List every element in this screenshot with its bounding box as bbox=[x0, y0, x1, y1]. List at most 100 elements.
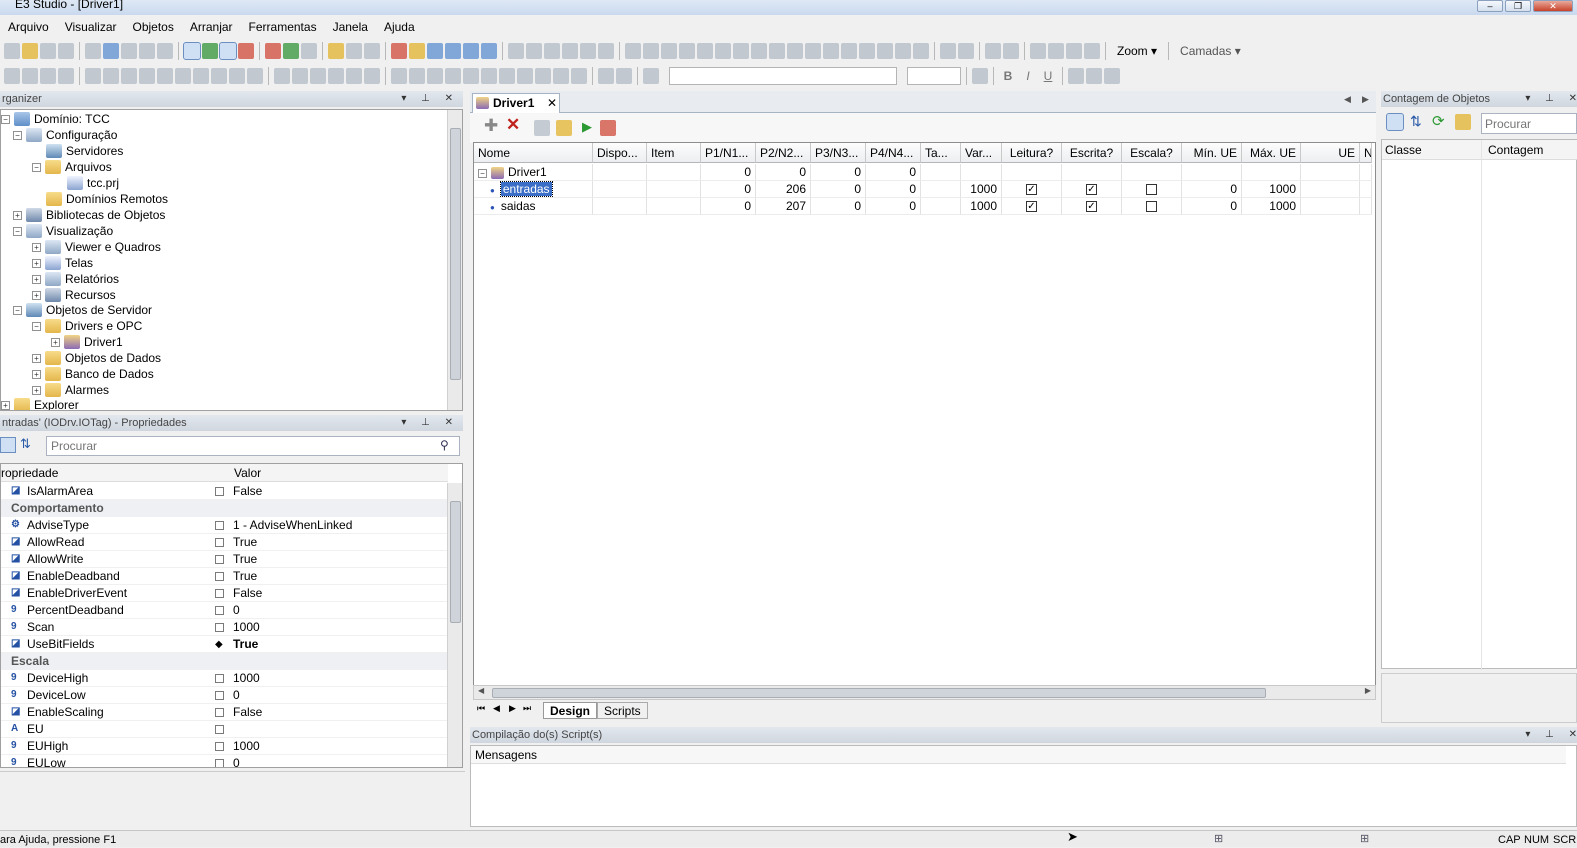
italic-icon[interactable]: I bbox=[1019, 69, 1037, 83]
grid-cell[interactable]: 0 bbox=[756, 164, 811, 181]
column-header[interactable]: P3/N3... bbox=[811, 143, 866, 163]
grid-cell[interactable]: 1000 bbox=[961, 181, 1002, 198]
property-value[interactable]: False bbox=[233, 483, 262, 500]
pen-color-icon[interactable] bbox=[526, 43, 542, 59]
space-1-icon[interactable] bbox=[553, 68, 569, 84]
label-tool-icon[interactable] bbox=[157, 68, 173, 84]
tree-item-relatorios[interactable]: + Relatórios bbox=[32, 271, 119, 287]
tree-item-driver1[interactable]: + Driver1 bbox=[51, 334, 123, 350]
line-width-icon[interactable] bbox=[580, 43, 596, 59]
grid-cell[interactable] bbox=[593, 198, 647, 215]
tree-item-explorer[interactable]: + Explorer bbox=[1, 397, 79, 410]
property-value[interactable]: 0 bbox=[233, 755, 240, 767]
checkbox[interactable]: ✓ bbox=[1026, 201, 1037, 213]
font-name-select[interactable] bbox=[669, 67, 897, 85]
property-category[interactable]: Comportamento bbox=[1, 500, 448, 517]
property-row[interactable]: ◪ IsAlarmArea False bbox=[1, 483, 448, 500]
new-icon[interactable] bbox=[4, 43, 20, 59]
properties-scrollbar[interactable] bbox=[447, 483, 462, 767]
rectangle-icon[interactable] bbox=[715, 43, 731, 59]
pointer-icon[interactable] bbox=[625, 43, 641, 59]
tree-item-servidores[interactable]: Servidores bbox=[46, 143, 123, 159]
grid-cell[interactable]: 207 bbox=[756, 198, 811, 215]
link-box-icon[interactable]: ◆ bbox=[215, 636, 224, 650]
tree-item-banco-dados[interactable]: + Banco de Dados bbox=[32, 366, 154, 382]
list-tool-icon[interactable] bbox=[121, 68, 137, 84]
align-2-icon[interactable] bbox=[22, 68, 38, 84]
menu-janela[interactable]: Janela bbox=[325, 20, 376, 34]
property-value[interactable]: 1000 bbox=[233, 670, 260, 687]
grid-cell[interactable] bbox=[647, 164, 701, 181]
column-header[interactable]: P2/N2... bbox=[756, 143, 811, 163]
checkbox[interactable] bbox=[1146, 201, 1157, 213]
grid-cell[interactable] bbox=[1301, 198, 1360, 215]
grid-cell[interactable] bbox=[921, 181, 961, 198]
tools-icon[interactable] bbox=[364, 43, 380, 59]
grid-cell[interactable]: ✓ bbox=[1002, 181, 1062, 198]
grid-hscrollbar[interactable]: ◀ ▶ bbox=[473, 685, 1376, 700]
grid-cell[interactable]: 0 bbox=[811, 181, 866, 198]
tag-name-cell[interactable]: ● saidas bbox=[474, 198, 593, 215]
refresh-icon[interactable]: ⟳ bbox=[1432, 112, 1445, 130]
order-1-icon[interactable] bbox=[1030, 43, 1046, 59]
link-box-icon[interactable] bbox=[215, 725, 224, 734]
collapse-icon[interactable]: − bbox=[1, 114, 10, 124]
grid-cell[interactable] bbox=[1242, 164, 1301, 181]
gauge-icon[interactable] bbox=[913, 43, 929, 59]
redo-icon[interactable] bbox=[157, 43, 173, 59]
expand-icon[interactable]: + bbox=[32, 258, 41, 268]
grid-cell[interactable] bbox=[1301, 181, 1360, 198]
grid-cell[interactable] bbox=[1182, 164, 1242, 181]
grid-cell[interactable] bbox=[1360, 164, 1372, 181]
grid-cell[interactable]: ✓ bbox=[1002, 198, 1062, 215]
link-box-icon[interactable] bbox=[215, 606, 224, 615]
links-icon[interactable] bbox=[409, 43, 425, 59]
tag-name-cell[interactable]: − Driver1 bbox=[474, 164, 593, 181]
minimize-button[interactable]: – bbox=[1477, 0, 1503, 12]
align-1-icon[interactable] bbox=[4, 68, 20, 84]
grid-cell[interactable]: 0 bbox=[1182, 181, 1242, 198]
fmt-6-icon[interactable] bbox=[364, 68, 380, 84]
grid-cell[interactable]: 0 bbox=[811, 164, 866, 181]
nav-prev-icon[interactable]: ◀ bbox=[493, 703, 500, 714]
menu-objetos[interactable]: Objetos bbox=[125, 20, 182, 34]
arc-icon[interactable] bbox=[769, 43, 785, 59]
expand-icon[interactable]: + bbox=[32, 242, 41, 252]
collapse-icon[interactable]: − bbox=[13, 130, 22, 140]
stop-icon[interactable] bbox=[265, 43, 281, 59]
fmt-5-icon[interactable] bbox=[346, 68, 362, 84]
fmt-2-icon[interactable] bbox=[292, 68, 308, 84]
nav-next-icon[interactable]: ▶ bbox=[509, 703, 516, 714]
tree-item-viewer[interactable]: + Viewer e Quadros bbox=[32, 239, 161, 255]
menu-arquivo[interactable]: Arquivo bbox=[0, 20, 57, 34]
link-box-icon[interactable] bbox=[215, 589, 224, 598]
grid-cell[interactable] bbox=[647, 198, 701, 215]
column-header[interactable]: Nome bbox=[474, 143, 593, 163]
send-back-icon[interactable] bbox=[1003, 43, 1019, 59]
property-value[interactable]: True bbox=[233, 568, 257, 585]
verify-icon[interactable] bbox=[346, 43, 362, 59]
menu-arranjar[interactable]: Arranjar bbox=[182, 20, 241, 34]
line-tool2-icon[interactable] bbox=[139, 68, 155, 84]
line-tool-icon[interactable] bbox=[679, 43, 695, 59]
column-header[interactable]: Dispo... bbox=[593, 143, 647, 163]
column-header[interactable]: P1/N1... bbox=[701, 143, 756, 163]
import-icon[interactable] bbox=[556, 120, 572, 136]
text-align-left-icon[interactable] bbox=[1068, 68, 1084, 84]
close-tab-icon[interactable]: ✕ bbox=[547, 94, 557, 113]
line-color-icon[interactable] bbox=[544, 43, 560, 59]
tab-scripts[interactable]: Scripts bbox=[597, 702, 648, 719]
copy-icon[interactable] bbox=[103, 43, 119, 59]
collapse-icon[interactable]: − bbox=[478, 169, 487, 178]
grid-cell[interactable] bbox=[1002, 164, 1062, 181]
property-row[interactable]: 9 Scan 1000 bbox=[1, 619, 448, 636]
grid-cell[interactable] bbox=[1360, 181, 1372, 198]
column-header[interactable]: N bbox=[1360, 143, 1372, 163]
grid-cell[interactable]: 0 bbox=[866, 198, 921, 215]
sort-az-icon[interactable]: ⇅ bbox=[20, 436, 31, 452]
grid-cell[interactable]: 0 bbox=[701, 198, 756, 215]
grid-cell[interactable]: 1000 bbox=[1242, 198, 1301, 215]
grid-cell[interactable]: 206 bbox=[756, 181, 811, 198]
align-middle-obj-icon[interactable] bbox=[463, 68, 479, 84]
image-icon[interactable] bbox=[841, 43, 857, 59]
